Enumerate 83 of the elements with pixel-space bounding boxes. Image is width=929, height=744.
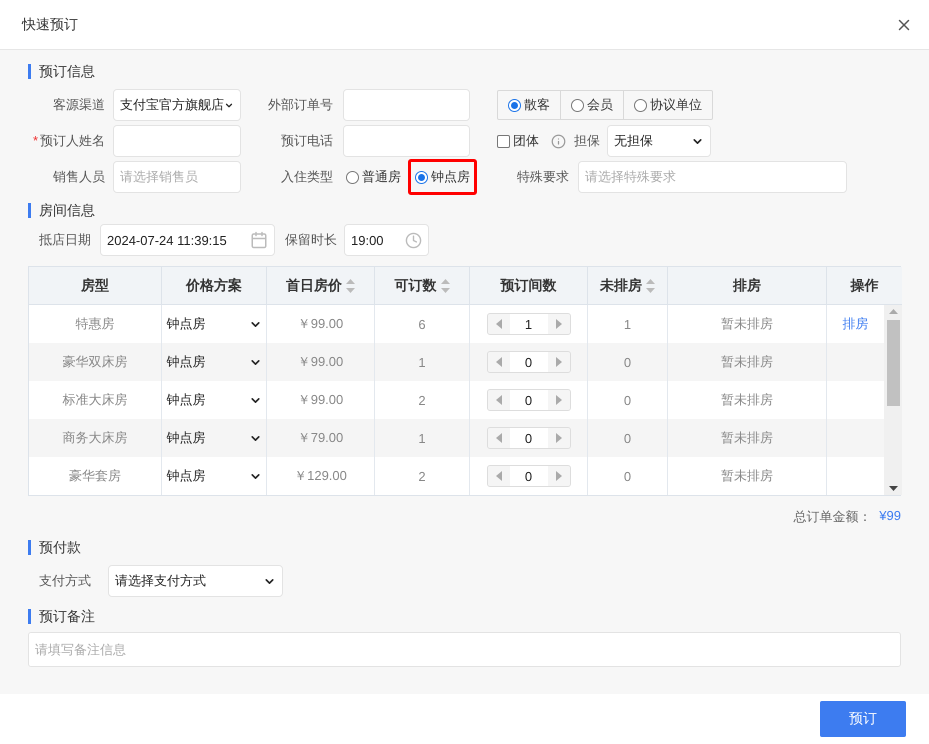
section-title: 预订信息 bbox=[28, 64, 95, 79]
left-triangle-icon bbox=[496, 357, 502, 367]
left-triangle-icon bbox=[496, 395, 502, 405]
field-label: 外部订单号 bbox=[267, 96, 333, 114]
right-triangle-icon bbox=[556, 471, 562, 481]
field-label: 客源渠道 bbox=[52, 96, 105, 114]
payment-select[interactable]: 请选择支付方式 bbox=[108, 565, 283, 597]
table-cell: 豪华双床房 bbox=[29, 343, 162, 381]
section-title: 房间信息 bbox=[28, 203, 95, 218]
table-cell: 暂未排房 bbox=[668, 343, 827, 381]
table-cell: 1 bbox=[375, 343, 470, 381]
count-value[interactable]: 1 bbox=[510, 314, 548, 334]
field-label: 担保 bbox=[573, 132, 600, 150]
total-label: 总订单金额： bbox=[793, 508, 872, 526]
info-icon bbox=[551, 134, 566, 148]
plan-select[interactable]: 钟点房 bbox=[166, 429, 262, 447]
input-field[interactable] bbox=[113, 125, 241, 157]
table-cell: ￥79.00 bbox=[267, 419, 375, 457]
count-value[interactable]: 0 bbox=[510, 390, 548, 410]
assign-link[interactable]: 排房 bbox=[842, 315, 868, 333]
right-triangle-icon bbox=[556, 395, 562, 405]
time-field[interactable]: 19:00 bbox=[344, 224, 429, 256]
group-checkbox[interactable]: 团体 bbox=[497, 132, 539, 150]
left-triangle-icon bbox=[496, 433, 502, 443]
column-header[interactable]: 可订数 bbox=[375, 267, 470, 305]
table-cell: 0 bbox=[588, 419, 668, 457]
sort-icon[interactable] bbox=[646, 278, 655, 292]
plan-select[interactable]: 钟点房 bbox=[166, 353, 262, 371]
column-header: 操作 bbox=[827, 267, 902, 305]
book-button[interactable]: 预订 bbox=[820, 701, 906, 737]
column-header: 房型 bbox=[29, 267, 162, 305]
section-title: 预订备注 bbox=[28, 609, 95, 624]
scroll-up-icon[interactable] bbox=[888, 309, 898, 314]
field-label: 预订电话 bbox=[280, 132, 333, 150]
field-label: 入住类型 bbox=[280, 168, 333, 186]
table-cell: 0 bbox=[588, 343, 668, 381]
date-field[interactable]: 2024-07-24 11:39:15 bbox=[100, 224, 275, 256]
field-label: 特殊要求 bbox=[516, 168, 569, 186]
sort-icon[interactable] bbox=[440, 278, 450, 292]
radio-option[interactable]: 散客 bbox=[498, 91, 561, 119]
radio-option[interactable]: 普通房 bbox=[346, 168, 401, 186]
table-cell: 暂未排房 bbox=[668, 419, 827, 457]
radio-option[interactable]: 会员 bbox=[561, 91, 624, 119]
scroll-down-icon[interactable] bbox=[888, 486, 898, 491]
field-label: 销售人员 bbox=[52, 168, 105, 186]
left-triangle-icon bbox=[496, 471, 502, 481]
total-amount: ¥99 bbox=[879, 508, 901, 525]
table-cell: 1 bbox=[375, 419, 470, 457]
radio-option[interactable]: 钟点房 bbox=[415, 168, 470, 186]
left-triangle-icon bbox=[496, 319, 502, 329]
field-label: 支付方式 bbox=[38, 572, 91, 590]
column-header: 价格方案 bbox=[162, 267, 267, 305]
channel-select[interactable]: 支付宝官方旗舰店 bbox=[113, 89, 241, 121]
plan-select[interactable]: 钟点房 bbox=[166, 467, 262, 485]
count-value[interactable]: 0 bbox=[510, 466, 548, 486]
column-header: 排房 bbox=[668, 267, 827, 305]
field-label: *预订人姓名 bbox=[32, 132, 105, 150]
radio-option[interactable]: 协议单位 bbox=[624, 91, 712, 119]
calendar-icon bbox=[250, 231, 268, 249]
sort-icon[interactable] bbox=[346, 278, 355, 292]
field-label: 保留时长 bbox=[284, 231, 337, 249]
field-label: 抵店日期 bbox=[38, 231, 91, 249]
count-value[interactable]: 0 bbox=[510, 428, 548, 448]
right-triangle-icon bbox=[556, 319, 562, 329]
section-title: 预付款 bbox=[28, 540, 81, 555]
guarantee-select[interactable]: 无担保 bbox=[607, 125, 711, 157]
input-field[interactable] bbox=[343, 89, 470, 121]
table-cell: 商务大床房 bbox=[29, 419, 162, 457]
count-value[interactable]: 0 bbox=[510, 352, 548, 372]
column-header[interactable]: 未排房 bbox=[588, 267, 668, 305]
column-header[interactable]: 首日房价 bbox=[267, 267, 375, 305]
right-triangle-icon bbox=[556, 357, 562, 367]
column-header: 预订间数 bbox=[470, 267, 588, 305]
scrollbar[interactable] bbox=[884, 305, 902, 495]
plan-select[interactable]: 钟点房 bbox=[166, 315, 262, 333]
clock-icon bbox=[405, 232, 422, 248]
plan-select[interactable]: 钟点房 bbox=[166, 391, 262, 409]
dialog-title: 快速预订 bbox=[22, 16, 78, 34]
table-cell bbox=[827, 419, 884, 457]
scroll-thumb[interactable] bbox=[886, 320, 900, 406]
input-field[interactable] bbox=[343, 125, 470, 157]
table-cell: ￥99.00 bbox=[267, 343, 375, 381]
right-triangle-icon bbox=[556, 433, 562, 443]
